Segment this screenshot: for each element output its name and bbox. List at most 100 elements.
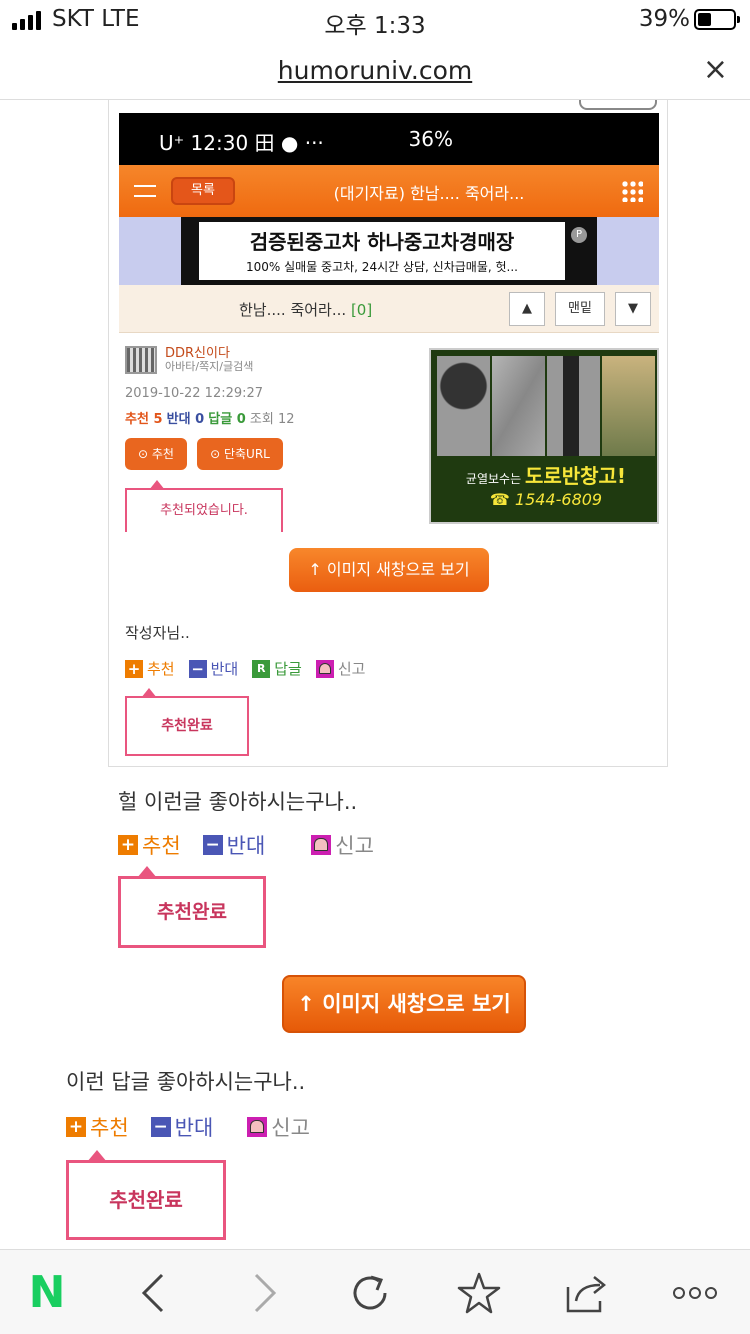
- comment-text: 헐 이런글 좋아하시는구나..: [118, 790, 358, 814]
- oppose-button[interactable]: − 반대: [150, 1112, 214, 1142]
- road-ad-photos: [437, 356, 655, 456]
- screenshot-post-info: DDR신이다 아바타/쪽지/글검색 2019-10-22 12:29:27 추천…: [125, 342, 415, 542]
- ad-title: 검증된중고차 하나중고차경매장: [249, 230, 515, 254]
- screenshot-action-down: − 반대: [188, 658, 239, 679]
- oppose-label: 반대: [174, 1116, 214, 1140]
- open-image-new-window-button[interactable]: ↑ 이미지 새창으로 보기: [282, 975, 526, 1033]
- screenshot-recommend-button: ⊙ 추천: [125, 438, 187, 470]
- screenshot-title: (대기자료) 한남.... 죽어라...: [333, 184, 525, 203]
- recommend-label: 추천: [90, 1116, 129, 1140]
- subject-count: [0]: [350, 301, 373, 319]
- back-icon: [141, 1273, 164, 1313]
- status-bar: SKT LTE 오후 1:33 39%: [0, 0, 750, 40]
- screenshot-header: 목록 (대기자료) 한남.... 죽어라...: [119, 165, 659, 217]
- down-arrow-icon: ▼: [615, 292, 651, 326]
- share-button[interactable]: [562, 1270, 612, 1316]
- reply-actions: + 추천 − 반대 신고: [66, 1112, 310, 1142]
- screenshot-tab-shape: [579, 100, 657, 110]
- recommend-done-tooltip: 추천완료: [118, 866, 266, 948]
- report-button[interactable]: 신고: [311, 830, 374, 860]
- screenshot-phone-status: U⁺ 12:30 田 ● ··· 36%: [119, 113, 659, 165]
- screenshot-nav-row: 한남.... 죽어라... [0] ▲ 맨밑 ▼: [119, 285, 659, 333]
- reply-text: 이런 답글 좋아하시는구나..: [66, 1070, 306, 1094]
- ad-box: 검증된중고차 하나중고차경매장 100% 실매물 중고차, 24시간 상담, 신…: [199, 222, 565, 280]
- minus-icon: −: [150, 1117, 171, 1137]
- screenshot-list-button: 목록: [171, 177, 235, 205]
- battery-icon: [694, 9, 740, 30]
- post-screenshot-image: U⁺ 12:30 田 ● ··· 36% 목록 (대기자료) 한남.... 죽어…: [108, 100, 668, 767]
- report-label: 신고: [335, 834, 374, 858]
- ad-badge-icon: P: [571, 227, 587, 243]
- stats-down: 반대 0: [166, 412, 205, 427]
- screenshot-action-reply: R 답글: [252, 658, 302, 679]
- road-ad-phone: ☎ 1544-6809: [489, 490, 603, 509]
- recommend-label: 추천: [142, 834, 181, 858]
- report-label: 신고: [271, 1116, 310, 1140]
- latest-button: 맨밑: [555, 292, 605, 326]
- oppose-button[interactable]: − 반대: [202, 830, 266, 860]
- stats-up: 추천 5: [125, 412, 163, 427]
- action-report-label: 신고: [337, 660, 366, 678]
- action-reply-label: 답글: [274, 660, 302, 678]
- close-icon[interactable]: ×: [703, 52, 728, 87]
- browser-toolbar: N: [0, 1249, 750, 1334]
- screenshot-actions: + 추천 − 반대 R 답글 신고: [125, 658, 365, 679]
- screenshot-short-url-button: ⊙ 단축URL: [197, 438, 283, 470]
- forward-button[interactable]: [240, 1270, 290, 1316]
- oppose-label: 반대: [226, 834, 266, 858]
- share-icon: [566, 1276, 607, 1313]
- screenshot-author-note: 작성자님..: [125, 624, 190, 642]
- action-down-label: 반대: [210, 660, 239, 678]
- comment-actions: + 추천 − 반대 신고: [118, 830, 374, 860]
- road-ad-prefix: 균열보수는: [465, 472, 525, 486]
- clock: 오후 1:33: [324, 13, 426, 39]
- bookmark-button[interactable]: [454, 1270, 504, 1316]
- stats-reply: 답글 0: [208, 412, 246, 427]
- screenshot-action-report: 신고: [315, 658, 366, 679]
- report-icon: [247, 1117, 268, 1137]
- recommend-done-tooltip: 추천완료: [66, 1150, 226, 1240]
- reply-icon: R: [252, 659, 271, 678]
- plus-icon: +: [66, 1117, 86, 1137]
- bookmark-star-icon: [457, 1272, 501, 1314]
- browser-url-bar: humoruniv.com ×: [0, 40, 750, 100]
- post-date: 2019-10-22 12:29:27: [125, 386, 264, 401]
- screenshot-open-image-button: ↑ 이미지 새창으로 보기: [289, 548, 489, 592]
- subject-text: 한남.... 죽어라...: [239, 301, 347, 319]
- post-stats: 추천 5 반대 0 답글 0 조회 12: [125, 408, 295, 427]
- naver-home-button[interactable]: N: [22, 1270, 72, 1316]
- road-ad-brand: 도로반창고!: [524, 464, 627, 488]
- recommend-button[interactable]: + 추천: [118, 830, 181, 860]
- screenshot-subject: 한남.... 죽어라... [0]: [239, 299, 372, 320]
- action-up-label: 추천: [147, 660, 175, 678]
- more-icon: [673, 1287, 717, 1299]
- naver-logo-icon: N: [28, 1267, 66, 1318]
- plus-icon: +: [118, 835, 138, 855]
- report-icon: [315, 659, 334, 678]
- screenshot-done-tooltip: 추천완료: [125, 688, 249, 756]
- screenshot-road-ad: 균열보수는 도로반창고! ☎ 1544-6809: [429, 348, 659, 524]
- avatar-icon: [125, 346, 157, 374]
- report-button[interactable]: 신고: [247, 1112, 310, 1142]
- plus-icon: +: [125, 659, 143, 678]
- menu-icon: [134, 185, 156, 197]
- author-links: 아바타/쪽지/글검색: [165, 360, 254, 373]
- up-arrow-icon: ▲: [509, 292, 545, 326]
- more-button[interactable]: [670, 1270, 720, 1316]
- screenshot-status-right: 36%: [408, 127, 453, 151]
- recommend-button[interactable]: + 추천: [66, 1112, 129, 1142]
- screenshot-status-left: U⁺ 12:30 田 ● ···: [159, 131, 324, 155]
- grid-icon: [621, 180, 643, 202]
- screenshot-action-up: + 추천: [125, 658, 175, 679]
- back-button[interactable]: [128, 1270, 178, 1316]
- forward-icon: [254, 1273, 277, 1313]
- report-icon: [311, 835, 332, 855]
- battery-percent: 39%: [638, 6, 690, 32]
- reload-button[interactable]: [346, 1270, 396, 1316]
- url-text[interactable]: humoruniv.com: [0, 56, 750, 85]
- road-ad-text: 균열보수는 도로반창고!: [431, 460, 657, 489]
- minus-icon: −: [202, 835, 223, 855]
- ad-subtitle: 100% 실매물 중고차, 24시간 상담, 신차급매물, 헛...: [246, 260, 518, 274]
- screenshot-ad-banner: 검증된중고차 하나중고차경매장 100% 실매물 중고차, 24시간 상담, 신…: [119, 217, 659, 285]
- minus-icon: −: [188, 659, 207, 678]
